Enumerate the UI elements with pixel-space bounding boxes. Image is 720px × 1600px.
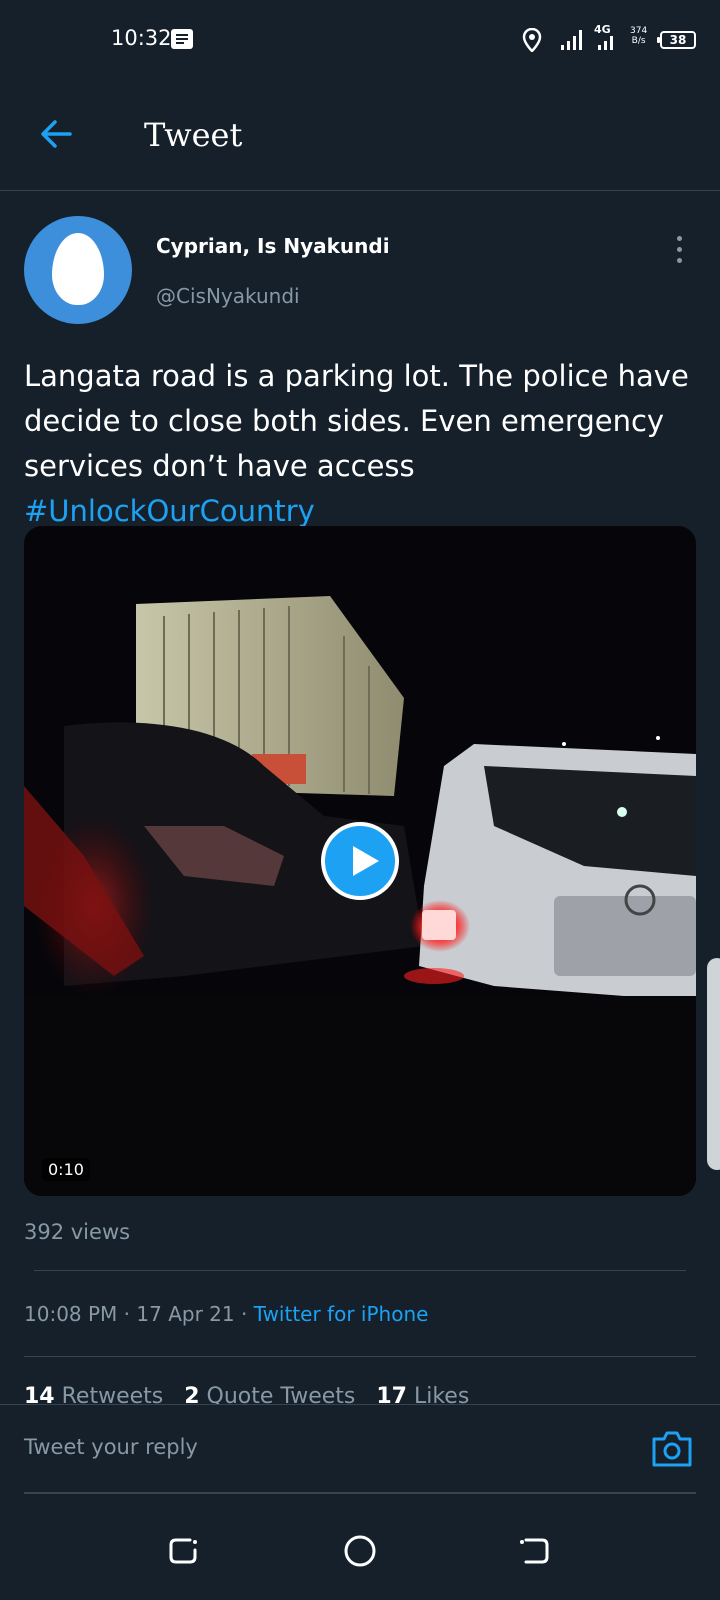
tweet-timestamp: 10:08 PM · 17 Apr 21 · Twitter for iPhon… bbox=[24, 1302, 428, 1326]
status-bar: 10:32 4G 374 B/s 38 bbox=[0, 0, 720, 80]
tweet-body: Langata road is a parking lot. The polic… bbox=[24, 359, 689, 483]
quote-tweets-label: Quote Tweets bbox=[206, 1384, 356, 1406]
message-notification-icon bbox=[171, 29, 193, 49]
network-speed-unit: B/s bbox=[631, 36, 646, 46]
network-type: 4G bbox=[594, 23, 611, 36]
retweets-label: Retweets bbox=[61, 1384, 164, 1406]
author-display-name[interactable]: Cyprian, Is Nyakundi bbox=[156, 234, 390, 258]
play-icon[interactable] bbox=[321, 822, 399, 900]
divider bbox=[24, 1356, 696, 1357]
retweets-count: 14 bbox=[24, 1384, 55, 1406]
app-header: Tweet bbox=[0, 80, 720, 191]
divider bbox=[34, 1270, 686, 1271]
scroll-handle[interactable] bbox=[707, 958, 720, 1170]
back-arrow-icon[interactable] bbox=[36, 114, 76, 154]
back-nav-icon[interactable] bbox=[518, 1534, 552, 1568]
engagement-stats: 14 Retweets 2 Quote Tweets 17 Likes bbox=[24, 1384, 696, 1406]
tweet-detail-screen: 10:32 4G 374 B/s 38 Tweet Cyprian, Is Ny… bbox=[0, 0, 720, 1600]
home-icon[interactable] bbox=[343, 1534, 377, 1568]
quote-tweets-stat[interactable]: 2 Quote Tweets bbox=[184, 1384, 355, 1406]
quote-tweets-count: 2 bbox=[184, 1384, 200, 1406]
network-speed: 374 B/s bbox=[630, 26, 647, 46]
camera-icon[interactable] bbox=[650, 1429, 694, 1469]
author-handle[interactable]: @CisNyakundi bbox=[156, 284, 300, 308]
reply-input[interactable]: Tweet your reply bbox=[24, 1435, 198, 1459]
likes-count: 17 bbox=[376, 1384, 407, 1406]
recent-apps-icon[interactable] bbox=[166, 1534, 200, 1568]
network-speed-value: 374 bbox=[630, 26, 648, 36]
hashtag-link[interactable]: #UnlockOurCountry bbox=[24, 494, 315, 528]
video-duration: 0:10 bbox=[42, 1158, 90, 1181]
timestamp-text: 10:08 PM · 17 Apr 21 · bbox=[24, 1302, 254, 1326]
battery-indicator: 38 bbox=[657, 31, 696, 49]
tweet-source-link[interactable]: Twitter for iPhone bbox=[254, 1302, 429, 1326]
signal-strength-icon-1 bbox=[561, 30, 582, 50]
status-time: 10:32 bbox=[111, 26, 172, 50]
view-count[interactable]: 392 views bbox=[24, 1220, 130, 1244]
reply-underline bbox=[24, 1492, 696, 1494]
likes-stat[interactable]: 17 Likes bbox=[376, 1384, 469, 1406]
location-pin-icon bbox=[522, 28, 542, 52]
avatar[interactable] bbox=[24, 216, 132, 324]
system-nav-bar bbox=[0, 1500, 720, 1600]
page-title: Tweet bbox=[144, 116, 243, 154]
tweet-text: Langata road is a parking lot. The polic… bbox=[24, 354, 704, 534]
more-options-icon[interactable] bbox=[666, 234, 694, 264]
reply-bar: Tweet your reply bbox=[0, 1404, 720, 1496]
retweets-stat[interactable]: 14 Retweets bbox=[24, 1384, 163, 1406]
video-player[interactable]: 0:10 bbox=[24, 526, 696, 1196]
default-egg-icon bbox=[52, 233, 104, 305]
signal-strength-icon-2 bbox=[598, 36, 613, 50]
likes-label: Likes bbox=[413, 1384, 470, 1406]
